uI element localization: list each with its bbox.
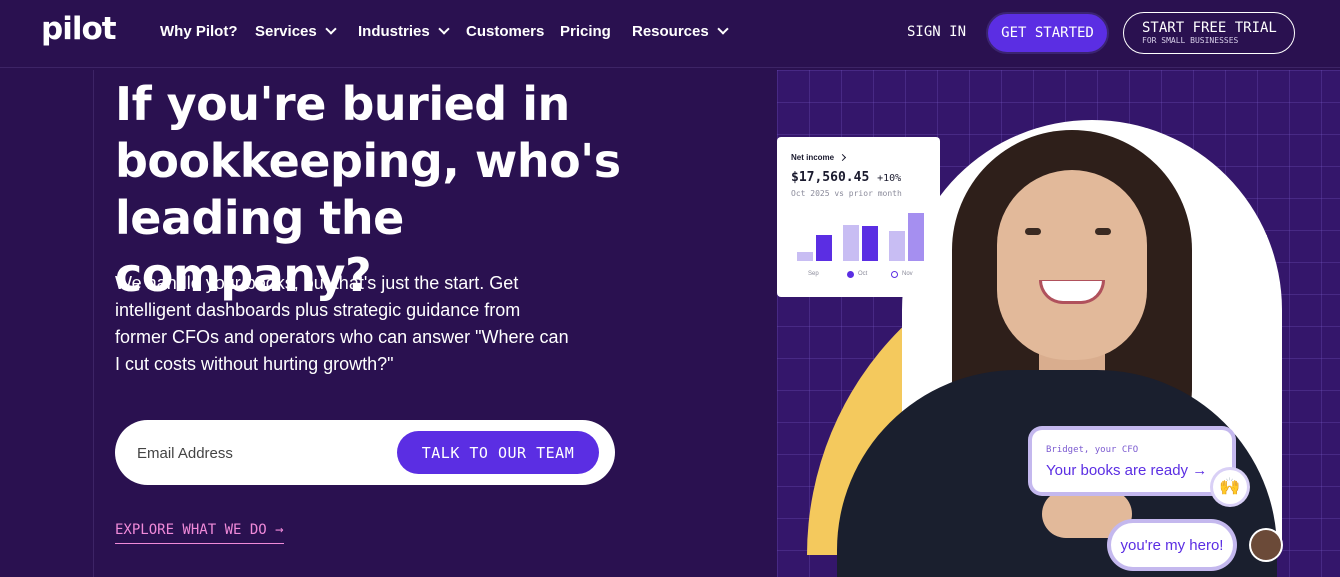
card-change: +10% [877, 173, 902, 184]
email-signup-form: TALK TO OUR TEAM [115, 420, 615, 485]
trial-title: START FREE TRIAL [1142, 20, 1277, 36]
bar-prior-oct [843, 225, 859, 261]
hero-image: Net income $17,560.45 +10% Oct 2025 vs p… [777, 70, 1340, 577]
top-navigation: pilot Why Pilot? Services Industries Cus… [0, 0, 1340, 68]
email-input[interactable] [137, 442, 397, 464]
bar-current-oct [862, 226, 878, 261]
nav-link-customers[interactable]: Customers [466, 23, 560, 40]
nav-link-label: Industries [358, 23, 430, 40]
card-value-text: $17,560.45 [791, 170, 870, 185]
chevron-down-icon [717, 23, 729, 35]
get-started-button[interactable]: GET STARTED [986, 12, 1109, 54]
bar-current-sep [816, 234, 832, 261]
legend-nov-dot [891, 271, 898, 278]
legend-oct-dot [847, 271, 854, 278]
trial-subtitle: FOR SMALL BUSINESSES [1142, 36, 1239, 45]
card-label-text: Net income [791, 153, 835, 162]
pilot-logo[interactable]: pilot [41, 11, 117, 47]
net-income-label: Net income [791, 153, 847, 162]
sign-in-link[interactable]: SIGN IN [907, 24, 966, 40]
nav-link-why-pilot[interactable]: Why Pilot? [160, 23, 255, 40]
net-income-value: $17,560.45 +10% [791, 170, 901, 185]
net-income-card[interactable]: Net income $17,560.45 +10% Oct 2025 vs p… [777, 137, 940, 297]
hero-subtitle: We handle your books, but that's just th… [115, 273, 569, 374]
nav-links: Why Pilot? Services Industries Customers… [160, 23, 732, 40]
cfo-name: Bridget, your CFO [1046, 445, 1139, 455]
eye-left [1025, 228, 1041, 235]
card-period: Oct 2025 vs prior month [791, 189, 902, 198]
divider-line [93, 70, 94, 577]
start-free-trial-button[interactable]: START FREE TRIAL FOR SMALL BUSINESSES [1123, 12, 1295, 54]
nav-link-label: Customers [466, 23, 545, 40]
talk-to-team-button[interactable]: TALK TO OUR TEAM [397, 431, 599, 474]
nav-link-label: Services [255, 23, 317, 40]
avatar [1251, 530, 1281, 560]
legend-oct: Oct [858, 271, 868, 277]
person-face [997, 170, 1147, 360]
bar-prior-nov [889, 231, 905, 261]
bar-current-nov [908, 213, 924, 261]
nav-link-label: Resources [632, 23, 709, 40]
nav-link-services[interactable]: Services [255, 23, 358, 40]
chevron-down-icon [438, 23, 450, 35]
cfo-message-bubble: Bridget, your CFO Your books are ready → [1032, 430, 1232, 492]
legend-sep: Sep [808, 271, 819, 277]
raised-hands-emoji: 🙌 [1213, 470, 1247, 504]
chevron-right-icon [839, 153, 847, 162]
chevron-down-icon [325, 23, 337, 35]
nav-link-industries[interactable]: Industries [358, 23, 466, 40]
nav-link-resources[interactable]: Resources [632, 23, 732, 40]
bar-prior-sep [797, 252, 813, 261]
legend-nov: Nov [902, 271, 913, 277]
eye-right [1095, 228, 1111, 235]
cfo-message: Your books are ready → [1046, 462, 1208, 479]
explore-link[interactable]: EXPLORE WHAT WE DO → [115, 522, 284, 544]
reply-bubble: you're my hero! [1111, 523, 1233, 567]
nav-link-label: Pricing [560, 23, 611, 40]
nav-link-pricing[interactable]: Pricing [560, 23, 632, 40]
nav-link-label: Why Pilot? [160, 23, 238, 40]
